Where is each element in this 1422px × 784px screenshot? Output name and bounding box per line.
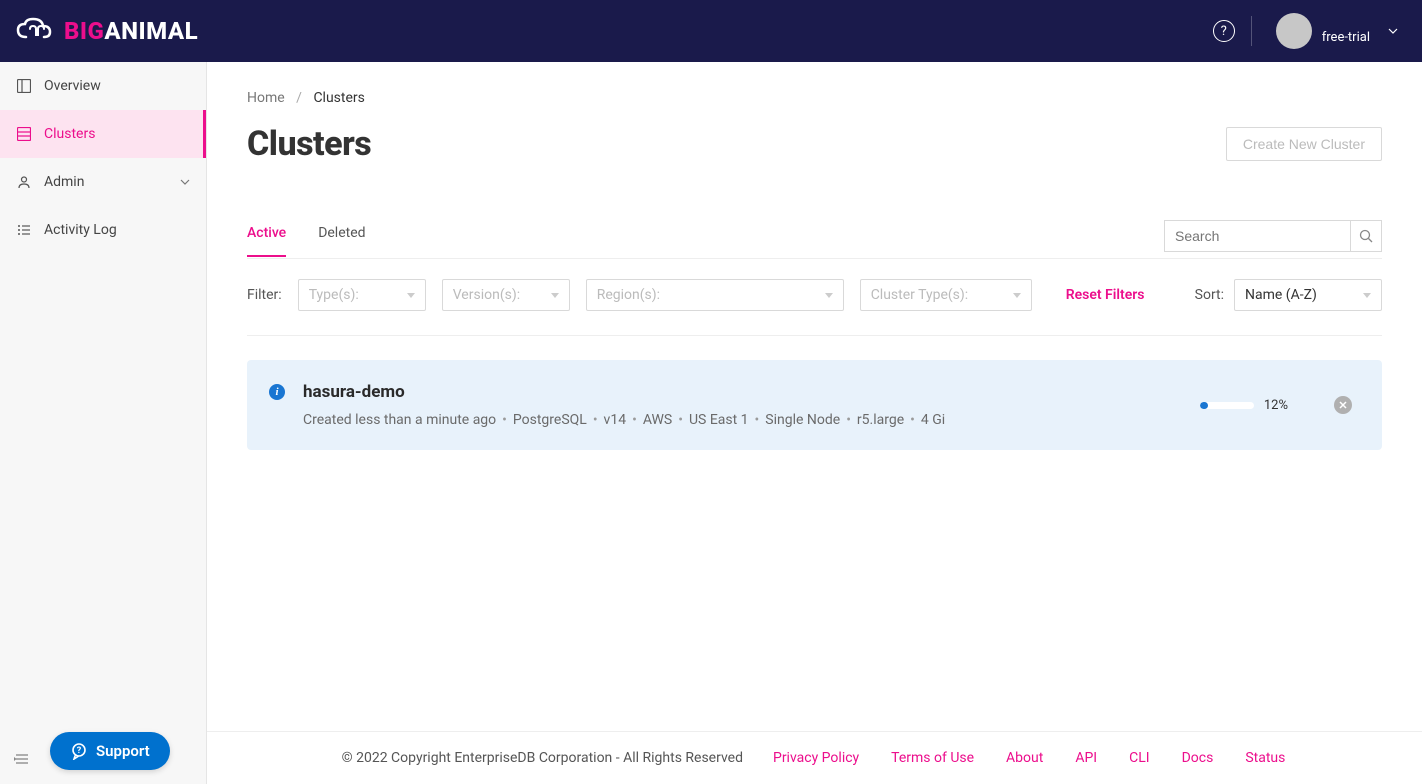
chevron-down-icon bbox=[180, 179, 190, 185]
footer-terms-link[interactable]: Terms of Use bbox=[891, 750, 974, 766]
top-nav: BIGANIMAL ? free-trial bbox=[0, 0, 1422, 62]
dashboard-icon bbox=[16, 79, 32, 93]
sidebar-item-label: Admin bbox=[44, 174, 84, 190]
reset-filters-link[interactable]: Reset Filters bbox=[1066, 287, 1145, 303]
sort-label: Sort: bbox=[1195, 287, 1224, 303]
brand-animal: ANIMAL bbox=[104, 17, 198, 45]
clusters-icon bbox=[16, 127, 32, 141]
cloud-elephant-icon bbox=[16, 17, 56, 45]
breadcrumb-home[interactable]: Home bbox=[247, 90, 285, 106]
progress-percent: 12% bbox=[1264, 398, 1288, 413]
sidebar-item-label: Activity Log bbox=[44, 222, 117, 238]
search-icon bbox=[1359, 229, 1373, 243]
filter-region-select[interactable]: Region(s): bbox=[586, 279, 844, 311]
sidebar-item-label: Clusters bbox=[44, 126, 95, 142]
sidebar-item-overview[interactable]: Overview bbox=[0, 62, 206, 110]
sidebar-item-label: Overview bbox=[44, 78, 101, 94]
divider bbox=[1251, 16, 1252, 46]
footer-api-link[interactable]: API bbox=[1075, 750, 1097, 766]
page-title: Clusters bbox=[247, 124, 371, 164]
filter-label: Filter: bbox=[247, 287, 282, 303]
brand-logo[interactable]: BIGANIMAL bbox=[16, 17, 198, 45]
avatar bbox=[1276, 13, 1312, 49]
support-label: Support bbox=[96, 742, 150, 760]
footer-cli-link[interactable]: CLI bbox=[1129, 750, 1149, 766]
list-icon bbox=[16, 223, 32, 237]
sort-select[interactable]: Name (A-Z) bbox=[1234, 279, 1382, 311]
user-menu[interactable]: free-trial bbox=[1268, 9, 1406, 53]
sidebar-collapse-button[interactable] bbox=[14, 752, 30, 766]
svg-text:?: ? bbox=[77, 746, 82, 756]
provisioning-progress: 12% bbox=[1200, 398, 1288, 413]
help-button[interactable]: ? bbox=[1213, 20, 1235, 42]
sidebar-item-clusters[interactable]: Clusters bbox=[0, 110, 206, 158]
breadcrumb-current: Clusters bbox=[313, 90, 364, 106]
cluster-row[interactable]: i hasura-demo Created less than a minute… bbox=[247, 360, 1382, 450]
cluster-name: hasura-demo bbox=[303, 382, 1182, 402]
footer-docs-link[interactable]: Docs bbox=[1182, 750, 1214, 766]
cancel-button[interactable] bbox=[1334, 396, 1352, 414]
close-icon bbox=[1339, 401, 1347, 409]
filter-type-select[interactable]: Type(s): bbox=[298, 279, 426, 311]
brand-big: BIG bbox=[64, 17, 104, 45]
filter-version-select[interactable]: Version(s): bbox=[442, 279, 570, 311]
user-label: free-trial bbox=[1322, 30, 1370, 45]
tab-deleted[interactable]: Deleted bbox=[318, 223, 365, 256]
cluster-meta: Created less than a minute ago•PostgreSQ… bbox=[303, 412, 1182, 428]
footer-status-link[interactable]: Status bbox=[1245, 750, 1285, 766]
chevron-down-icon bbox=[1388, 28, 1398, 34]
sidebar-item-admin[interactable]: Admin bbox=[0, 158, 206, 206]
footer-privacy-link[interactable]: Privacy Policy bbox=[773, 750, 859, 766]
info-icon: i bbox=[269, 384, 285, 400]
create-cluster-button[interactable]: Create New Cluster bbox=[1226, 127, 1382, 161]
sidebar: Overview Clusters Admin Activity Log bbox=[0, 62, 207, 784]
filter-cluster-type-select[interactable]: Cluster Type(s): bbox=[860, 279, 1032, 311]
search-input[interactable] bbox=[1164, 220, 1350, 252]
breadcrumb: Home / Clusters bbox=[247, 90, 1382, 106]
sidebar-item-activity-log[interactable]: Activity Log bbox=[0, 206, 206, 254]
footer: © 2022 Copyright EnterpriseDB Corporatio… bbox=[207, 731, 1422, 784]
tab-active[interactable]: Active bbox=[247, 223, 286, 257]
footer-about-link[interactable]: About bbox=[1006, 750, 1043, 766]
search-button[interactable] bbox=[1350, 220, 1382, 252]
chat-icon: ? bbox=[70, 742, 88, 760]
support-button[interactable]: ? Support bbox=[50, 732, 170, 770]
user-icon bbox=[16, 175, 32, 189]
footer-copyright: © 2022 Copyright EnterpriseDB Corporatio… bbox=[342, 750, 743, 766]
